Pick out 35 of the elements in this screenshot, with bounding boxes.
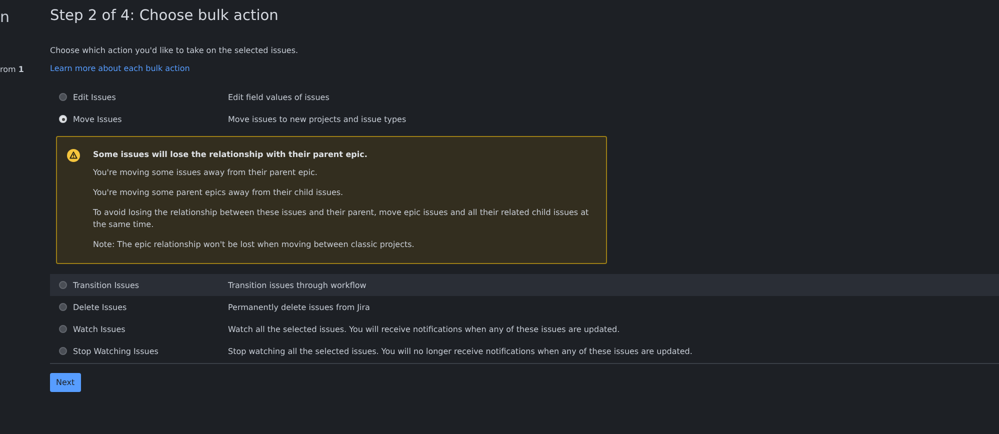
option-description: Transition issues through workflow	[228, 280, 366, 290]
option-row[interactable]: Stop Watching Issues Stop watching all the selected issues. You will no longer receive notifications when any of these issues are updated.	[50, 340, 999, 362]
warning-icon	[67, 149, 80, 162]
option-row[interactable]: Delete Issues Permanently delete issues from Jira	[50, 296, 999, 318]
warning-title: Some issues will lose the relationship with their parent epic.	[93, 150, 368, 159]
option-label[interactable]: Delete Issues	[73, 302, 228, 312]
warning-text: Note: The epic relationship won't be lost when moving between classic projects.	[93, 239, 416, 251]
warning-text: To avoid losing the relationship between these issues and their parent, move epic issues and all their related child issues at the same time.	[93, 207, 590, 231]
option-label[interactable]: Stop Watching Issues	[73, 346, 228, 356]
option-description: Edit field values of issues	[228, 92, 330, 102]
option-description: Move issues to new projects and issue types	[228, 114, 406, 124]
option-label[interactable]: Edit Issues	[73, 92, 228, 102]
option-label[interactable]: Watch Issues	[73, 324, 228, 334]
sidebar-text: n	[0, 8, 10, 26]
option-description: Stop watching all the selected issues. You will no longer receive notifications when any of these issues are updated.	[228, 346, 692, 356]
option-row[interactable]: Transition Issues Transition issues through workflow	[50, 274, 999, 296]
option-label[interactable]: Move Issues	[73, 114, 228, 124]
option-row[interactable]: Watch Issues Watch all the selected issues. You will receive notifications when any of these issues are updated.	[50, 318, 999, 340]
page-title: Step 2 of 4: Choose bulk action	[50, 7, 280, 26]
option-row[interactable]: Move Issues Move issues to new projects and issue types	[50, 108, 999, 130]
radio-button[interactable]	[59, 281, 67, 289]
intro-text: Choose which action you'd like to take on the selected issues.	[50, 46, 300, 55]
warning-text: You're moving some parent epics away from their child issues.	[93, 187, 344, 199]
option-row[interactable]: Edit Issues Edit field values of issues	[50, 86, 999, 108]
radio-button[interactable]	[59, 303, 67, 311]
radio-button[interactable]	[59, 93, 67, 101]
radio-button[interactable]	[59, 347, 67, 355]
sidebar-text: rom 1	[0, 65, 24, 74]
next-button[interactable]: Next	[50, 373, 81, 392]
option-description: Permanently delete issues from Jira	[228, 302, 370, 312]
option-description: Watch all the selected issues. You will receive notifications when any of these issues are updated.	[228, 324, 620, 334]
option-label[interactable]: Transition Issues	[73, 280, 228, 290]
radio-button[interactable]	[59, 325, 67, 333]
help-link[interactable]: Learn more about each bulk action	[50, 64, 190, 73]
warning-text: You're moving some issues away from their parent epic.	[93, 167, 318, 179]
